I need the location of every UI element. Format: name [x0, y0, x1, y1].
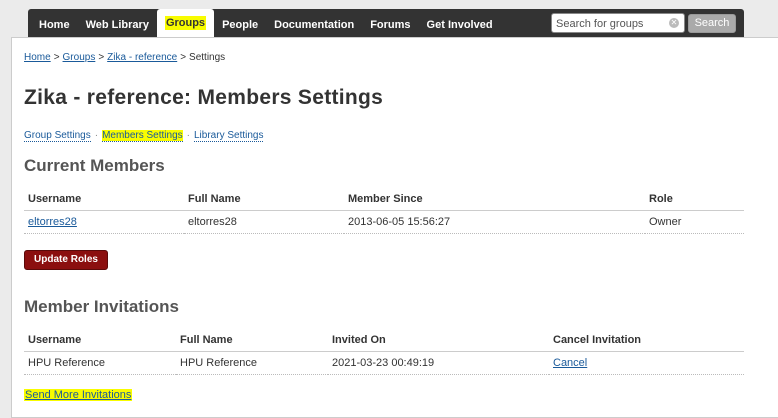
- cancel-invitation-link[interactable]: Cancel: [553, 357, 587, 369]
- col-cancel-invitation: Cancel Invitation: [549, 329, 744, 352]
- invite-full-name: HPU Reference: [176, 351, 328, 375]
- nav-people[interactable]: People: [214, 13, 266, 37]
- col-username: Username: [24, 188, 184, 211]
- send-more-invitations-link[interactable]: Send More Invitations: [25, 389, 131, 401]
- search-box: ✕: [551, 13, 685, 33]
- send-more-invitations: Send More Invitations: [24, 389, 133, 401]
- member-username-link[interactable]: eltorres28: [28, 216, 77, 228]
- current-members-heading: Current Members: [24, 156, 165, 175]
- invite-cancel-cell: Cancel: [549, 351, 744, 375]
- nav-items: Home Web Library Groups People Documenta…: [31, 9, 501, 37]
- nav-get-involved[interactable]: Get Involved: [419, 13, 501, 37]
- breadcrumb-separator: >: [98, 52, 105, 63]
- nav-groups[interactable]: Groups: [156, 9, 215, 37]
- search-button[interactable]: Search: [688, 14, 736, 33]
- update-roles-button[interactable]: Update Roles: [24, 250, 108, 270]
- subnav-library-settings[interactable]: Library Settings: [194, 130, 264, 142]
- subnav-group-settings[interactable]: Group Settings: [24, 130, 91, 142]
- member-since: 2013-06-05 15:56:27: [344, 210, 645, 234]
- nav-home[interactable]: Home: [31, 13, 78, 37]
- table-header-row: Username Full Name Invited On Cancel Inv…: [24, 329, 744, 352]
- col-full-name: Full Name: [184, 188, 344, 211]
- table-row: HPU Reference HPU Reference 2021-03-23 0…: [24, 351, 744, 375]
- breadcrumb-separator: >: [53, 52, 60, 63]
- breadcrumb-groups[interactable]: Groups: [63, 52, 96, 63]
- breadcrumb-separator: >: [180, 52, 187, 63]
- member-username: eltorres28: [24, 210, 184, 234]
- subnav-dot: ·: [94, 130, 99, 141]
- subnav-dot: ·: [186, 130, 190, 141]
- col-role: Role: [645, 188, 744, 211]
- top-nav: Home Web Library Groups People Documenta…: [28, 9, 744, 37]
- current-members-table: Username Full Name Member Since Role elt…: [24, 188, 744, 234]
- subnav-highlight: Members Settings: [102, 130, 183, 142]
- table-header-row: Username Full Name Member Since Role: [24, 188, 744, 211]
- breadcrumb-group[interactable]: Zika - reference: [107, 52, 177, 63]
- search-input[interactable]: [552, 15, 666, 33]
- col-full-name: Full Name: [176, 329, 328, 352]
- nav-groups-label: Groups: [164, 16, 207, 30]
- breadcrumb: Home > Groups > Zika - reference > Settings: [24, 52, 225, 63]
- member-role: Owner: [645, 210, 744, 234]
- nav-web-library[interactable]: Web Library: [78, 13, 157, 37]
- nav-documentation[interactable]: Documentation: [266, 13, 362, 37]
- col-invited-on: Invited On: [328, 329, 549, 352]
- nav-forums[interactable]: Forums: [362, 13, 418, 37]
- subnav-members-settings[interactable]: Members Settings: [102, 130, 183, 142]
- invite-date: 2021-03-23 00:49:19: [328, 351, 549, 375]
- invitations-table: Username Full Name Invited On Cancel Inv…: [24, 329, 744, 375]
- main-panel: Home > Groups > Zika - reference > Settings Zi…: [11, 37, 778, 418]
- member-full-name: eltorres28: [184, 210, 344, 234]
- col-member-since: Member Since: [344, 188, 645, 211]
- page-title: Zika - reference: Members Settings: [24, 86, 384, 109]
- clear-search-icon[interactable]: ✕: [669, 18, 679, 28]
- settings-subnav: Group Settings · Members Settings · Library …: [24, 130, 264, 142]
- breadcrumb-current: Settings: [189, 52, 226, 63]
- table-row: eltorres28 eltorres28 2013-06-05 15:56:2…: [24, 210, 744, 234]
- breadcrumb-home[interactable]: Home: [24, 52, 51, 63]
- invite-username: HPU Reference: [24, 351, 176, 375]
- member-invitations-heading: Member Invitations: [24, 297, 179, 316]
- col-username: Username: [24, 329, 176, 352]
